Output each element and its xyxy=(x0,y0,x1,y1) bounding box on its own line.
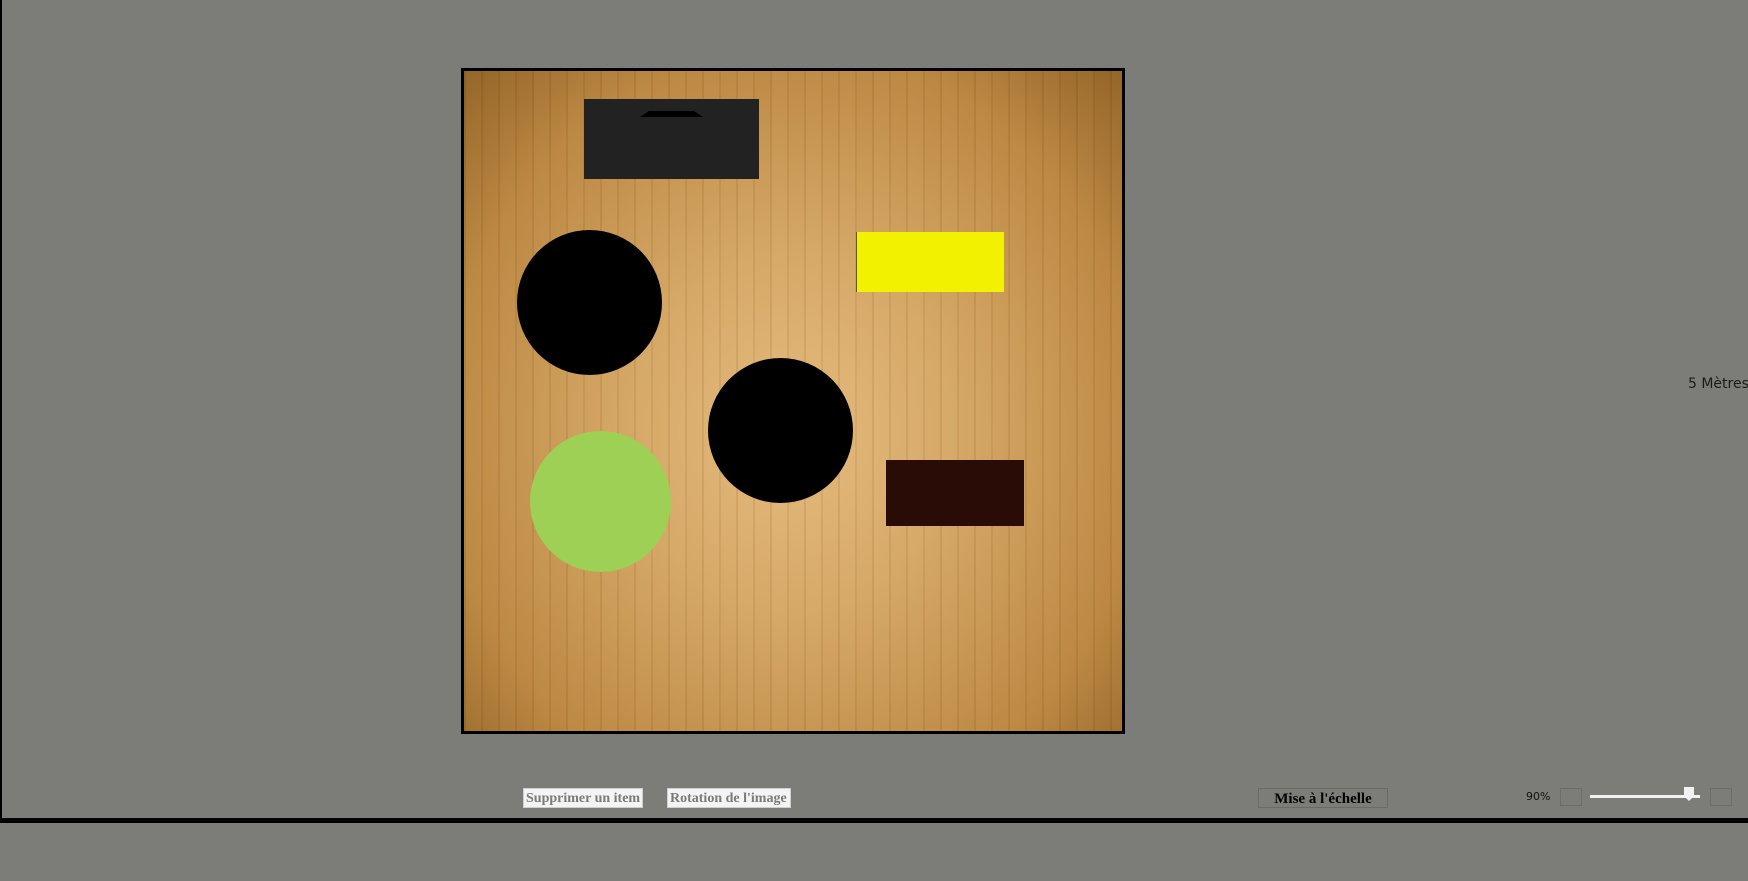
zoom-in-button[interactable] xyxy=(1710,788,1732,806)
tv-stand-icon xyxy=(640,111,703,117)
zoom-slider-track[interactable] xyxy=(1590,795,1700,798)
furniture-tv[interactable] xyxy=(584,99,759,179)
furniture-round-table-2[interactable] xyxy=(708,358,853,503)
workspace: 5 Mètres Supprimer un item Rotation de l… xyxy=(0,0,1748,823)
scale-label: 5 Mètres xyxy=(1688,376,1748,392)
delete-item-button[interactable]: Supprimer un item xyxy=(523,788,643,808)
furniture-round-table-1[interactable] xyxy=(517,230,662,375)
zoom-slider-thumb[interactable] xyxy=(1684,787,1694,801)
furniture-plant[interactable] xyxy=(530,431,671,572)
floor-plan-canvas[interactable] xyxy=(461,68,1125,734)
floor-plan-app: 5 Mètres Supprimer un item Rotation de l… xyxy=(0,0,1748,881)
furniture-cabinet[interactable] xyxy=(886,460,1024,526)
furniture-sofa[interactable] xyxy=(856,232,1004,292)
zoom-out-button[interactable] xyxy=(1560,788,1582,806)
zoom-level-label: 90% xyxy=(1526,790,1551,803)
rotate-image-button[interactable]: Rotation de l'image xyxy=(667,788,791,808)
scale-button[interactable]: Mise à l'échelle xyxy=(1258,788,1388,808)
